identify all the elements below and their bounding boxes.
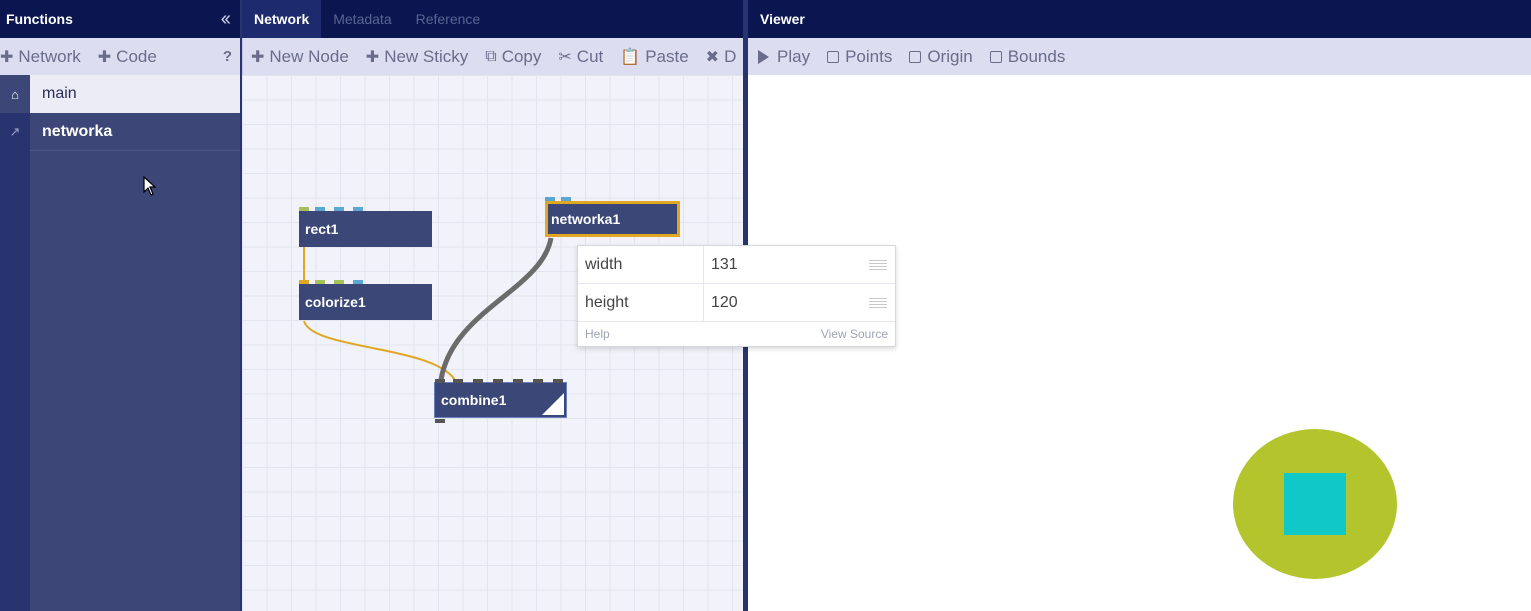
functions-list: main networka	[30, 75, 240, 611]
node-label: networka1	[551, 211, 621, 227]
delete-button[interactable]: ✖ D	[706, 47, 737, 67]
function-item-networka[interactable]: networka	[30, 113, 240, 151]
input-port[interactable]	[473, 379, 483, 383]
input-port[interactable]	[315, 207, 325, 211]
new-node-label: New Node	[269, 46, 349, 66]
param-value-input[interactable]: 131	[704, 256, 869, 274]
input-port[interactable]	[334, 207, 344, 211]
node-label: colorize1	[305, 294, 366, 310]
input-port[interactable]	[435, 379, 445, 383]
plus-icon: ✚	[365, 48, 380, 66]
node-networka1[interactable]: networka1	[545, 197, 680, 237]
node-label: rect1	[305, 221, 339, 237]
cut-label: Cut	[576, 46, 604, 66]
viewer-title: Viewer	[760, 11, 805, 27]
popup-footer: Help View Source	[578, 322, 895, 346]
input-port[interactable]	[561, 197, 571, 201]
drag-handle-icon[interactable]	[869, 259, 887, 270]
new-sticky-button[interactable]: ✚ New Sticky	[366, 47, 468, 67]
view-source-link[interactable]: View Source	[821, 327, 888, 341]
points-label: Points	[845, 46, 893, 66]
external-link-icon[interactable]: ↗	[0, 113, 30, 151]
help-button[interactable]: ?	[223, 48, 232, 65]
cut-button[interactable]: ✂ Cut	[558, 47, 603, 67]
help-link[interactable]: Help	[585, 327, 610, 341]
copy-icon: ⧉	[485, 47, 497, 65]
node-combine1[interactable]: combine1	[434, 379, 567, 423]
play-icon	[758, 49, 769, 64]
tab-metadata[interactable]: Metadata	[321, 0, 403, 38]
input-port[interactable]	[315, 280, 325, 284]
param-value-input[interactable]: 120	[704, 294, 869, 312]
parameter-popup: width 131 height 120 Help View Source	[577, 245, 896, 347]
node-colorize1[interactable]: colorize1	[299, 280, 432, 320]
new-node-button[interactable]: ✚ New Node	[251, 47, 349, 67]
functions-icon-rail: ⌂ ↗	[0, 75, 30, 611]
points-toggle[interactable]: Points	[827, 47, 892, 67]
connection-networka1-combine1	[438, 237, 554, 381]
drag-handle-icon[interactable]	[869, 297, 887, 308]
input-port[interactable]	[299, 207, 309, 211]
input-port[interactable]	[353, 207, 363, 211]
paste-button[interactable]: 📋 Paste	[620, 47, 688, 67]
node-rect1[interactable]: rect1	[299, 207, 432, 247]
scissors-icon: ✂	[558, 48, 572, 66]
play-label: Play	[777, 46, 811, 66]
plus-icon: ✚	[251, 48, 265, 66]
network-header: Network Metadata Reference	[242, 0, 743, 38]
tab-network[interactable]: Network	[242, 0, 322, 38]
bounds-label: Bounds	[1007, 46, 1066, 66]
input-port[interactable]	[513, 379, 523, 383]
add-code-label: Code	[116, 46, 157, 66]
viewer-header: Viewer	[748, 0, 1531, 38]
input-port[interactable]	[553, 379, 563, 383]
checkbox-icon	[989, 50, 1002, 63]
checkbox-icon	[827, 50, 840, 63]
bounds-toggle[interactable]: Bounds	[989, 46, 1066, 67]
input-port[interactable]	[545, 197, 555, 201]
function-item-main[interactable]: main	[30, 75, 240, 113]
node-label: combine1	[441, 392, 507, 408]
output-port[interactable]	[435, 419, 445, 423]
plus-icon: ✚	[0, 48, 14, 66]
copy-button[interactable]: ⧉ Copy	[485, 47, 541, 67]
paste-label: Paste	[645, 46, 689, 66]
mouse-cursor-icon	[143, 176, 157, 196]
input-port[interactable]	[353, 280, 363, 284]
new-sticky-label: New Sticky	[384, 46, 469, 66]
add-code-button[interactable]: ✚ Code	[98, 47, 157, 67]
functions-title: Functions	[6, 11, 73, 27]
plus-icon: ✚	[97, 48, 112, 66]
functions-toolbar: ✚ Network ✚ Code ?	[0, 38, 240, 75]
param-name: height	[578, 284, 704, 321]
viewer-toolbar: Play Points Origin Bounds	[748, 38, 1531, 75]
functions-header: Functions ‹‹	[0, 0, 240, 38]
connection-colorize1-combine1	[303, 320, 456, 381]
network-toolbar: ✚ New Node ✚ New Sticky ⧉ Copy ✂ Cut 📋 P…	[242, 38, 743, 75]
copy-label: Copy	[501, 46, 542, 66]
home-icon[interactable]: ⌂	[0, 75, 30, 113]
origin-label: Origin	[927, 46, 973, 66]
input-port[interactable]	[493, 379, 503, 383]
tab-reference[interactable]: Reference	[404, 0, 493, 38]
delete-label: D	[724, 46, 737, 66]
origin-toggle[interactable]: Origin	[909, 46, 973, 67]
input-port[interactable]	[334, 280, 344, 284]
param-name: width	[578, 246, 704, 283]
rect-shape	[1284, 473, 1346, 535]
play-button[interactable]: Play	[758, 47, 810, 67]
rendered-flag-icon	[542, 393, 564, 415]
param-row-height: height 120	[578, 284, 895, 322]
input-port[interactable]	[453, 379, 463, 383]
param-row-width: width 131	[578, 246, 895, 284]
paste-icon: 📋	[620, 48, 641, 66]
add-network-button[interactable]: ✚ Network	[0, 47, 81, 67]
double-chevron-left-icon[interactable]: ‹‹	[221, 8, 231, 31]
input-port[interactable]	[533, 379, 543, 383]
checkbox-icon	[909, 50, 922, 63]
add-network-label: Network	[18, 46, 81, 66]
input-port[interactable]	[299, 280, 309, 284]
close-icon: ✖	[705, 48, 720, 66]
